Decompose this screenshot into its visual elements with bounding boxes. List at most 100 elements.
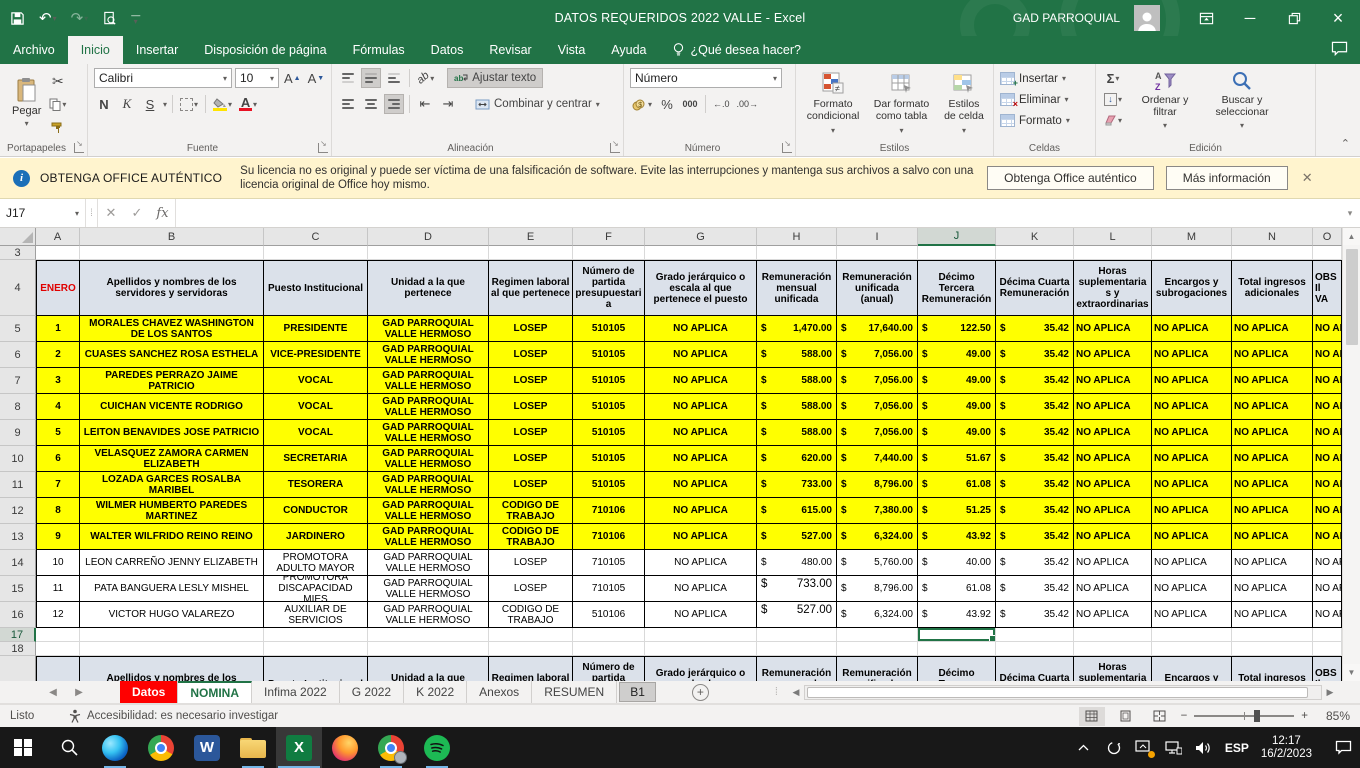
cell-currency[interactable]: $588.00 bbox=[757, 368, 837, 394]
cell-num[interactable]: 2 bbox=[36, 342, 80, 368]
empty-cell[interactable] bbox=[757, 642, 837, 656]
cell-unidad[interactable]: GAD PARROQUIAL VALLE HERMOSO bbox=[368, 550, 489, 576]
clear-button[interactable]: ▾ bbox=[1102, 110, 1124, 130]
cell-total[interactable]: NO APLICA bbox=[1232, 602, 1313, 628]
header-cell[interactable]: Remuneración unificada (anual) bbox=[837, 656, 918, 681]
tab-insertar[interactable]: Insertar bbox=[123, 36, 191, 64]
row-header-9[interactable]: 9 bbox=[0, 420, 36, 446]
header-cell[interactable]: Unidad a la que pertenece bbox=[368, 656, 489, 681]
empty-cell[interactable] bbox=[1152, 246, 1232, 260]
cell-puesto[interactable]: PROMOTORA DISCAPACIDAD MIES bbox=[264, 576, 368, 602]
cell-horas[interactable]: NO APLICA bbox=[1074, 368, 1152, 394]
cell-currency[interactable]: $51.67 bbox=[918, 446, 996, 472]
cell-unidad[interactable]: GAD PARROQUIAL VALLE HERMOSO bbox=[368, 472, 489, 498]
cell-currency[interactable]: $620.00 bbox=[757, 446, 837, 472]
cell-total[interactable]: NO APLICA bbox=[1232, 316, 1313, 342]
empty-cell[interactable] bbox=[1232, 628, 1313, 642]
new-sheet-icon[interactable]: + bbox=[692, 684, 709, 701]
column-header-F[interactable]: F bbox=[573, 228, 645, 246]
empty-cell[interactable] bbox=[996, 642, 1074, 656]
cell-name[interactable]: PATA BANGUERA LESLY MISHEL bbox=[80, 576, 264, 602]
cell-obs[interactable]: NO APLICA bbox=[1313, 498, 1342, 524]
zoom-slider-thumb[interactable] bbox=[1254, 710, 1260, 722]
vertical-scroll-thumb[interactable] bbox=[1346, 249, 1358, 345]
cell-encargos[interactable]: NO APLICA bbox=[1152, 602, 1232, 628]
zoom-level[interactable]: 85% bbox=[1316, 709, 1350, 723]
column-header-K[interactable]: K bbox=[996, 228, 1074, 246]
number-dialog-launcher[interactable] bbox=[782, 143, 792, 153]
align-bottom-icon[interactable] bbox=[384, 68, 404, 88]
cell-grado[interactable]: NO APLICA bbox=[645, 394, 757, 420]
cell-currency[interactable]: $35.42 bbox=[996, 394, 1074, 420]
cell-regimen[interactable]: CODIGO DE TRABAJO bbox=[489, 602, 573, 628]
cell-currency[interactable]: $35.42 bbox=[996, 524, 1074, 550]
empty-cell[interactable] bbox=[573, 246, 645, 260]
empty-cell[interactable] bbox=[757, 628, 837, 642]
column-header-I[interactable]: I bbox=[837, 228, 918, 246]
cell-puesto[interactable]: AUXILIAR DE SERVICIOS bbox=[264, 602, 368, 628]
empty-cell[interactable] bbox=[489, 246, 573, 260]
page-layout-view-icon[interactable] bbox=[1113, 707, 1139, 726]
cell-obs[interactable]: NO APLICA bbox=[1313, 602, 1342, 628]
zoom-slider[interactable] bbox=[1194, 715, 1294, 717]
cell-partida[interactable]: 510105 bbox=[573, 446, 645, 472]
cell-unidad[interactable]: GAD PARROQUIAL VALLE HERMOSO bbox=[368, 446, 489, 472]
header-cell[interactable]: Número de partida presupuestaria bbox=[573, 260, 645, 316]
cell-currency[interactable]: $527.00 bbox=[757, 602, 837, 628]
header-cell[interactable]: ENERO bbox=[36, 260, 80, 316]
accessibility-status[interactable]: Accesibilidad: es necesario investigar bbox=[68, 709, 278, 723]
scroll-left-icon[interactable]: ◀ bbox=[788, 685, 804, 700]
empty-cell[interactable] bbox=[1074, 246, 1152, 260]
cell-regimen[interactable]: LOSEP bbox=[489, 550, 573, 576]
format-painter-icon[interactable] bbox=[47, 117, 68, 137]
sheet-tab-resumen[interactable]: RESUMEN bbox=[532, 681, 617, 703]
cell-currency[interactable]: $615.00 bbox=[757, 498, 837, 524]
header-cell[interactable]: Número de partida presupuestaria bbox=[573, 656, 645, 681]
comma-style-button[interactable]: 000 bbox=[680, 94, 700, 114]
insert-cells-button[interactable]: +Insertar▾ bbox=[1000, 68, 1091, 89]
empty-cell[interactable] bbox=[1232, 246, 1313, 260]
cell-currency[interactable]: $40.00 bbox=[918, 550, 996, 576]
cell-grado[interactable]: NO APLICA bbox=[645, 316, 757, 342]
cell-num[interactable]: 11 bbox=[36, 576, 80, 602]
cell-unidad[interactable]: GAD PARROQUIAL VALLE HERMOSO bbox=[368, 498, 489, 524]
empty-cell[interactable] bbox=[36, 642, 80, 656]
insert-function-icon[interactable]: fx bbox=[150, 199, 176, 227]
row-header-13[interactable]: 13 bbox=[0, 524, 36, 550]
page-break-view-icon[interactable] bbox=[1147, 707, 1173, 726]
column-header-A[interactable]: A bbox=[36, 228, 80, 246]
cell-grado[interactable]: NO APLICA bbox=[645, 498, 757, 524]
column-header-J[interactable]: J bbox=[918, 228, 996, 246]
cell-encargos[interactable]: NO APLICA bbox=[1152, 342, 1232, 368]
cell-currency[interactable]: $35.42 bbox=[996, 368, 1074, 394]
row-header-12[interactable]: 12 bbox=[0, 498, 36, 524]
cell-currency[interactable]: $49.00 bbox=[918, 394, 996, 420]
column-header-M[interactable]: M bbox=[1152, 228, 1232, 246]
taskbar-word-icon[interactable]: W bbox=[184, 727, 230, 768]
cell-currency[interactable]: $51.25 bbox=[918, 498, 996, 524]
empty-cell[interactable] bbox=[368, 628, 489, 642]
header-cell[interactable]: Unidad a la que pertenece bbox=[368, 260, 489, 316]
cell-regimen[interactable]: LOSEP bbox=[489, 316, 573, 342]
fill-button[interactable]: ↓▾ bbox=[1102, 89, 1124, 109]
cell-partida[interactable]: 510105 bbox=[573, 342, 645, 368]
cell-currency[interactable]: $7,380.00 bbox=[837, 498, 918, 524]
header-cell[interactable]: Puesto Institucional bbox=[264, 260, 368, 316]
sort-filter-button[interactable]: AZ Ordenar y filtrar▾ bbox=[1128, 68, 1202, 140]
cell-puesto[interactable]: JARDINERO bbox=[264, 524, 368, 550]
horizontal-scroll-thumb[interactable] bbox=[807, 687, 1308, 698]
cell-puesto[interactable]: CONDUCTOR bbox=[264, 498, 368, 524]
cell-obs[interactable]: NO APLICA bbox=[1313, 368, 1342, 394]
cell-horas[interactable]: NO APLICA bbox=[1074, 472, 1152, 498]
cell-encargos[interactable]: NO APLICA bbox=[1152, 394, 1232, 420]
empty-cell[interactable] bbox=[1313, 628, 1342, 642]
cell-currency[interactable]: $7,056.00 bbox=[837, 394, 918, 420]
enter-formula-icon[interactable]: ✓ bbox=[124, 199, 150, 227]
header-cell[interactable]: Décimo Tercera Remuneración bbox=[918, 260, 996, 316]
column-header-C[interactable]: C bbox=[264, 228, 368, 246]
cell-puesto[interactable]: TESORERA bbox=[264, 472, 368, 498]
cell-currency[interactable]: $7,056.00 bbox=[837, 368, 918, 394]
header-cell[interactable]: Puesto Institucional bbox=[264, 656, 368, 681]
volume-icon[interactable] bbox=[1195, 739, 1213, 757]
expand-formula-bar-icon[interactable]: ▾ bbox=[1340, 199, 1360, 227]
